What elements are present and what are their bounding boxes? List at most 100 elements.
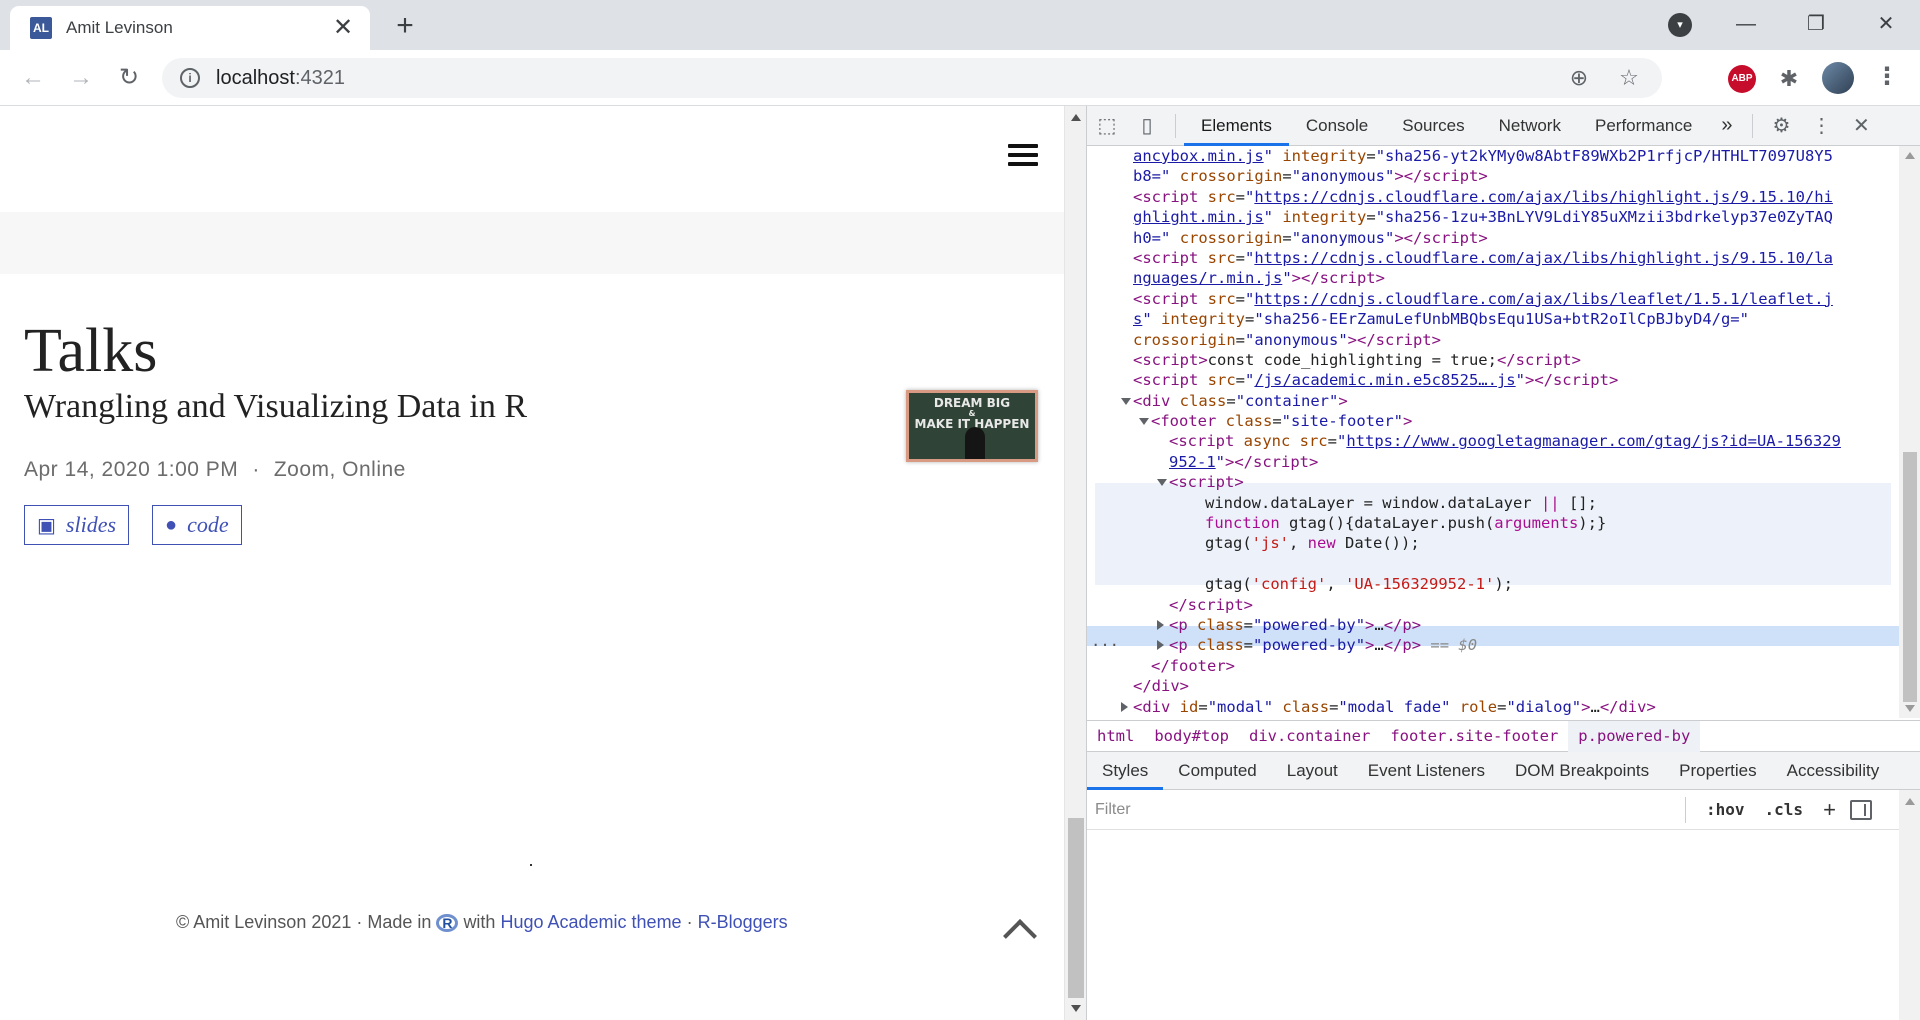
settings-gear-icon[interactable]: ⚙ bbox=[1761, 106, 1801, 146]
more-tabs-icon[interactable]: » bbox=[1709, 114, 1744, 137]
hamburger-menu-icon[interactable] bbox=[1008, 144, 1038, 170]
bookmark-star-icon[interactable]: ☆ bbox=[1614, 63, 1644, 93]
dom-line[interactable] bbox=[1087, 554, 1899, 574]
dom-line[interactable]: ghlight.min.js" integrity="sha256-1zu+3B… bbox=[1087, 207, 1899, 227]
breadcrumb-footer[interactable]: footer.site-footer bbox=[1380, 727, 1568, 745]
dom-line[interactable]: <div id="modal" class="modal fade" role=… bbox=[1087, 697, 1899, 717]
dom-line[interactable]: b8=" crossorigin="anonymous"></script> bbox=[1087, 166, 1899, 186]
dom-scroll-thumb[interactable] bbox=[1903, 452, 1917, 702]
dom-line[interactable]: <script>const code_highlighting = true;<… bbox=[1087, 350, 1899, 370]
tab-styles[interactable]: Styles bbox=[1087, 752, 1164, 790]
dom-line[interactable]: <script> bbox=[1087, 472, 1899, 492]
new-style-rule-button[interactable]: + bbox=[1813, 797, 1846, 823]
talk-thumbnail[interactable]: DREAM BIG & MAKE IT HAPPEN bbox=[906, 390, 1038, 462]
dom-line[interactable]: nguages/r.min.js"></script> bbox=[1087, 268, 1899, 288]
device-toolbar-icon[interactable]: ▯ bbox=[1127, 106, 1167, 146]
dom-line[interactable]: <footer class="site-footer"> bbox=[1087, 411, 1899, 431]
tab-performance[interactable]: Performance bbox=[1578, 106, 1709, 146]
dom-line[interactable]: <script src="/js/academic.min.e5c8525….j… bbox=[1087, 370, 1899, 390]
talk-title[interactable]: Wrangling and Visualizing Data in R bbox=[24, 388, 527, 426]
new-tab-button[interactable]: + bbox=[388, 10, 422, 44]
minimize-button[interactable]: — bbox=[1728, 8, 1764, 40]
devtools-menu-icon[interactable]: ⋮ bbox=[1801, 106, 1841, 146]
dom-line[interactable]: <script src="https://cdnjs.cloudflare.co… bbox=[1087, 289, 1899, 309]
collapse-triangle-icon[interactable] bbox=[1157, 479, 1167, 487]
r-bloggers-link[interactable]: R-Bloggers bbox=[698, 912, 788, 932]
site-info-icon[interactable]: i bbox=[180, 68, 200, 88]
tab-computed[interactable]: Computed bbox=[1163, 752, 1271, 790]
dom-scrollbar[interactable] bbox=[1899, 146, 1920, 718]
page-scrollbar[interactable] bbox=[1064, 106, 1086, 1020]
forward-arrow-icon[interactable]: → bbox=[64, 62, 98, 96]
adblock-plus-icon[interactable]: ABP bbox=[1728, 65, 1756, 93]
hugo-academic-link[interactable]: Hugo Academic theme bbox=[500, 912, 681, 932]
selected-dom-line[interactable]: ··· <p class="powered-by">…</p> == $0 bbox=[1087, 635, 1899, 655]
close-tab-icon[interactable]: ✕ bbox=[330, 16, 356, 40]
dom-line[interactable]: gtag('config', 'UA-156329952-1'); bbox=[1087, 574, 1899, 594]
profile-avatar[interactable] bbox=[1822, 62, 1854, 94]
dom-line[interactable]: </div> bbox=[1087, 676, 1899, 696]
expand-triangle-icon[interactable] bbox=[1157, 640, 1164, 651]
collapse-triangle-icon[interactable] bbox=[1121, 397, 1131, 405]
code-button[interactable]: ● code bbox=[152, 505, 242, 545]
dom-line[interactable]: ancybox.min.js" integrity="sha256-yt2kYM… bbox=[1087, 146, 1899, 166]
restore-button[interactable]: ❐ bbox=[1798, 8, 1834, 40]
dom-line[interactable]: window.dataLayer = window.dataLayer || [… bbox=[1087, 493, 1899, 513]
toggle-sidebar-icon[interactable] bbox=[1849, 799, 1872, 820]
styles-filter-input[interactable] bbox=[1095, 794, 1685, 825]
close-devtools-icon[interactable]: ✕ bbox=[1841, 106, 1881, 146]
browser-menu-icon[interactable]: ⋮ bbox=[1872, 62, 1902, 94]
dom-line[interactable]: <script src="https://cdnjs.cloudflare.co… bbox=[1087, 248, 1899, 268]
tab-properties[interactable]: Properties bbox=[1664, 752, 1771, 790]
breadcrumb-container[interactable]: div.container bbox=[1239, 727, 1380, 745]
tab-accessibility[interactable]: Accessibility bbox=[1772, 752, 1895, 790]
tab-sources[interactable]: Sources bbox=[1385, 106, 1481, 146]
breadcrumb-powered-by[interactable]: p.powered-by bbox=[1568, 720, 1701, 752]
inspect-element-icon[interactable]: ⬚ bbox=[1087, 106, 1127, 146]
reload-icon[interactable]: ↻ bbox=[112, 62, 146, 96]
slides-button[interactable]: ▣ slides bbox=[24, 505, 130, 545]
breadcrumb-html[interactable]: html bbox=[1087, 727, 1144, 745]
tab-elements[interactable]: Elements bbox=[1184, 106, 1289, 146]
scroll-down-icon[interactable] bbox=[1071, 1005, 1081, 1012]
zoom-icon[interactable]: ⊕ bbox=[1564, 63, 1594, 93]
scroll-up-icon[interactable] bbox=[1071, 114, 1081, 121]
class-toggle-button[interactable]: .cls bbox=[1755, 800, 1814, 819]
tab-event-listeners[interactable]: Event Listeners bbox=[1353, 752, 1500, 790]
dom-line[interactable]: gtag('js', new Date()); bbox=[1087, 533, 1899, 553]
tab-console[interactable]: Console bbox=[1289, 106, 1385, 146]
dom-line[interactable]: </script> bbox=[1087, 595, 1899, 615]
back-to-top-chevron-icon[interactable] bbox=[1002, 912, 1038, 948]
page-scroll-thumb[interactable] bbox=[1068, 818, 1084, 998]
dom-line[interactable]: <script async src="https://www.googletag… bbox=[1087, 431, 1899, 451]
collapse-triangle-icon[interactable] bbox=[1139, 418, 1149, 426]
tab-network[interactable]: Network bbox=[1482, 106, 1578, 146]
dom-line[interactable]: </body> bbox=[1087, 717, 1899, 719]
dom-line[interactable]: </footer> bbox=[1087, 656, 1899, 676]
back-arrow-icon[interactable]: ← bbox=[16, 62, 50, 96]
dom-line[interactable]: function gtag(){dataLayer.push(arguments… bbox=[1087, 513, 1899, 533]
tab-layout[interactable]: Layout bbox=[1272, 752, 1353, 790]
tab-search-icon[interactable]: ▾ bbox=[1668, 13, 1692, 37]
hover-state-button[interactable]: :hov bbox=[1696, 800, 1755, 819]
dom-line[interactable]: <div class="container"> bbox=[1087, 391, 1899, 411]
close-window-button[interactable]: ✕ bbox=[1868, 8, 1904, 40]
dom-line[interactable]: 952-1"></script> bbox=[1087, 452, 1899, 472]
node-actions-icon[interactable]: ··· bbox=[1091, 635, 1119, 655]
dom-line[interactable]: <p class="powered-by">…</p> bbox=[1087, 615, 1899, 635]
dom-line[interactable]: s" integrity="sha256-EErZamuLefUnbMBQbsE… bbox=[1087, 309, 1899, 329]
breadcrumb-body[interactable]: body#top bbox=[1144, 727, 1239, 745]
address-bar[interactable]: i localhost:4321 ⊕ ☆ bbox=[162, 58, 1662, 98]
dom-line[interactable]: h0=" crossorigin="anonymous"></script> bbox=[1087, 228, 1899, 248]
scroll-down-icon[interactable] bbox=[1905, 705, 1915, 712]
dom-line[interactable]: crossorigin="anonymous"></script> bbox=[1087, 330, 1899, 350]
scroll-up-icon[interactable] bbox=[1905, 798, 1915, 805]
dom-tree[interactable]: ancybox.min.js" integrity="sha256-yt2kYM… bbox=[1087, 146, 1899, 718]
expand-triangle-icon[interactable] bbox=[1121, 701, 1128, 712]
extensions-puzzle-icon[interactable]: ✱ bbox=[1774, 64, 1804, 94]
dom-line[interactable]: <script src="https://cdnjs.cloudflare.co… bbox=[1087, 187, 1899, 207]
tab-dom-breakpoints[interactable]: DOM Breakpoints bbox=[1500, 752, 1664, 790]
url-text[interactable]: localhost:4321 bbox=[216, 67, 1544, 90]
browser-tab[interactable]: AL Amit Levinson ✕ bbox=[10, 6, 370, 50]
expand-triangle-icon[interactable] bbox=[1157, 619, 1164, 630]
